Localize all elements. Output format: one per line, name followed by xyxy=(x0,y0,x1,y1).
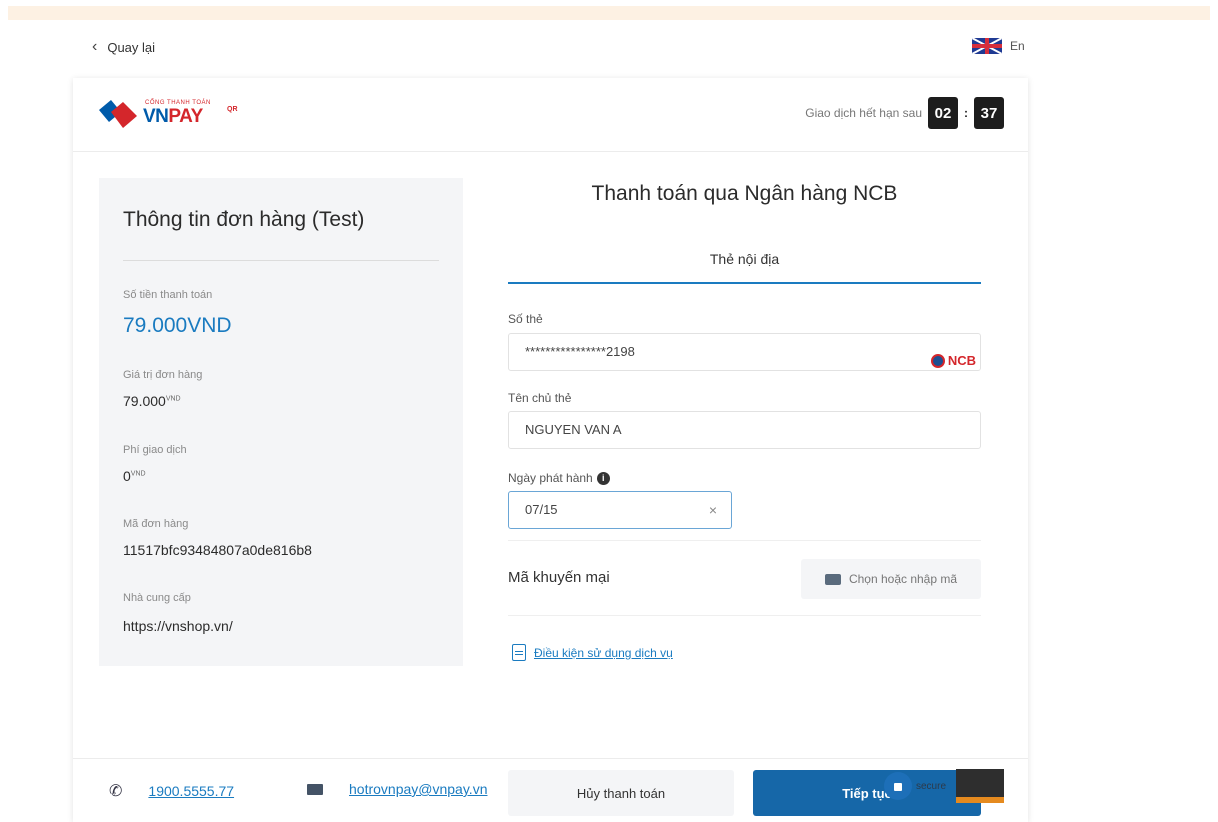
card-number-field[interactable]: ****************2198 NCB xyxy=(508,333,981,371)
uk-flag-icon xyxy=(972,38,1002,54)
order-info-title: Thông tin đơn hàng (Test) xyxy=(123,208,365,231)
order-id-label: Mã đơn hàng xyxy=(123,518,189,530)
issue-date-value: 07/15 xyxy=(525,502,558,517)
vnpay-logo-mark-icon xyxy=(99,100,137,128)
lock-icon xyxy=(883,772,912,800)
holder-label: Tên chủ thẻ xyxy=(508,391,572,405)
payment-card: CỔNG THANH TOÁN VNPAY QR Giao dịch hết h… xyxy=(73,78,1028,822)
timer-label: Giao dịch hết hạn sau xyxy=(805,106,922,120)
back-link-label: Quay lại xyxy=(107,39,156,55)
order-value-label: Giá trị đơn hàng xyxy=(123,369,203,381)
logo-wordmark: VNPAY xyxy=(143,106,203,127)
amount-label: Số tiền thanh toán xyxy=(123,289,213,301)
provider-label: Nhà cung cấp xyxy=(123,592,191,604)
card-number-value: ****************2198 xyxy=(525,344,635,359)
timer-separator: : xyxy=(964,106,968,120)
terms-link[interactable]: Điều kiện sử dụng dịch vụ xyxy=(512,644,673,661)
fee-label: Phí giao dịch xyxy=(123,444,187,456)
card-holder-field[interactable]: NGUYEN VAN A xyxy=(508,411,981,449)
amount-value: 79.000VND xyxy=(123,314,232,337)
document-icon xyxy=(512,644,526,661)
top-banner-strip xyxy=(0,0,1218,22)
card-holder-value: NGUYEN VAN A xyxy=(525,422,622,437)
logo-qr-mark: QR xyxy=(227,106,238,113)
card-number-label: Số thẻ xyxy=(508,312,543,326)
provider-value: https://vnshop.vn/ xyxy=(123,618,233,634)
promo-section: Mã khuyến mại Chọn hoặc nhập mã xyxy=(508,540,981,616)
vnpay-logo: CỔNG THANH TOÁN VNPAY QR xyxy=(97,96,238,136)
timer-minutes: 02 xyxy=(928,97,958,129)
expiry-timer: Giao dịch hết hạn sau 02 : 37 xyxy=(805,97,1004,129)
pci-dss-badge xyxy=(956,769,1004,803)
terms-link-label: Điều kiện sử dụng dịch vụ xyxy=(534,645,673,660)
card-footer: ✆ 1900.5555.77 hotrovnpay@vnpay.vn secur… xyxy=(73,758,1028,822)
clear-date-icon[interactable]: × xyxy=(709,492,717,528)
ncb-logo-icon xyxy=(930,354,945,368)
order-divider xyxy=(123,260,439,261)
phone-number: 1900.5555.77 xyxy=(148,783,235,799)
back-link[interactable]: ‹ Quay lại xyxy=(92,38,155,56)
order-id-value: 11517bfc93484807a0de816b8 xyxy=(123,542,312,558)
issue-date-label: Ngày phát hành i xyxy=(508,471,610,486)
timer-seconds: 37 xyxy=(974,97,1004,129)
phone-link[interactable]: ✆ 1900.5555.77 xyxy=(109,781,234,801)
promo-select-button[interactable]: Chọn hoặc nhập mã xyxy=(801,559,981,599)
order-info-panel: Thông tin đơn hàng (Test) Số tiền thanh … xyxy=(99,178,463,666)
ncb-bank-badge: NCB xyxy=(930,343,976,379)
issue-date-field[interactable]: 07/15 × xyxy=(508,491,732,529)
promo-button-label: Chọn hoặc nhập mã xyxy=(848,572,958,586)
payment-title: Thanh toán qua Ngân hàng NCB xyxy=(591,182,898,205)
info-icon[interactable]: i xyxy=(596,472,610,486)
email-link[interactable]: hotrovnpay@vnpay.vn xyxy=(307,781,487,797)
promo-label: Mã khuyến mại xyxy=(508,569,610,586)
security-badges: secure xyxy=(883,769,1004,803)
fee-value: 0VND xyxy=(123,468,146,484)
mail-icon xyxy=(307,783,323,795)
language-label: En xyxy=(1010,39,1025,53)
chevron-left-icon: ‹ xyxy=(92,38,98,55)
secure-badge: secure xyxy=(883,772,946,800)
secure-label: secure xyxy=(915,780,946,792)
top-banner-bar xyxy=(8,6,1210,20)
ticket-icon xyxy=(824,573,841,585)
language-switcher[interactable]: En xyxy=(972,38,1025,54)
email-address: hotrovnpay@vnpay.vn xyxy=(349,781,488,797)
tab-domestic-card[interactable]: Thẻ nội địa xyxy=(508,238,981,284)
card-header: CỔNG THANH TOÁN VNPAY QR Giao dịch hết h… xyxy=(73,78,1028,152)
phone-icon: ✆ xyxy=(109,783,123,800)
order-value: 79.000VND xyxy=(123,393,181,409)
